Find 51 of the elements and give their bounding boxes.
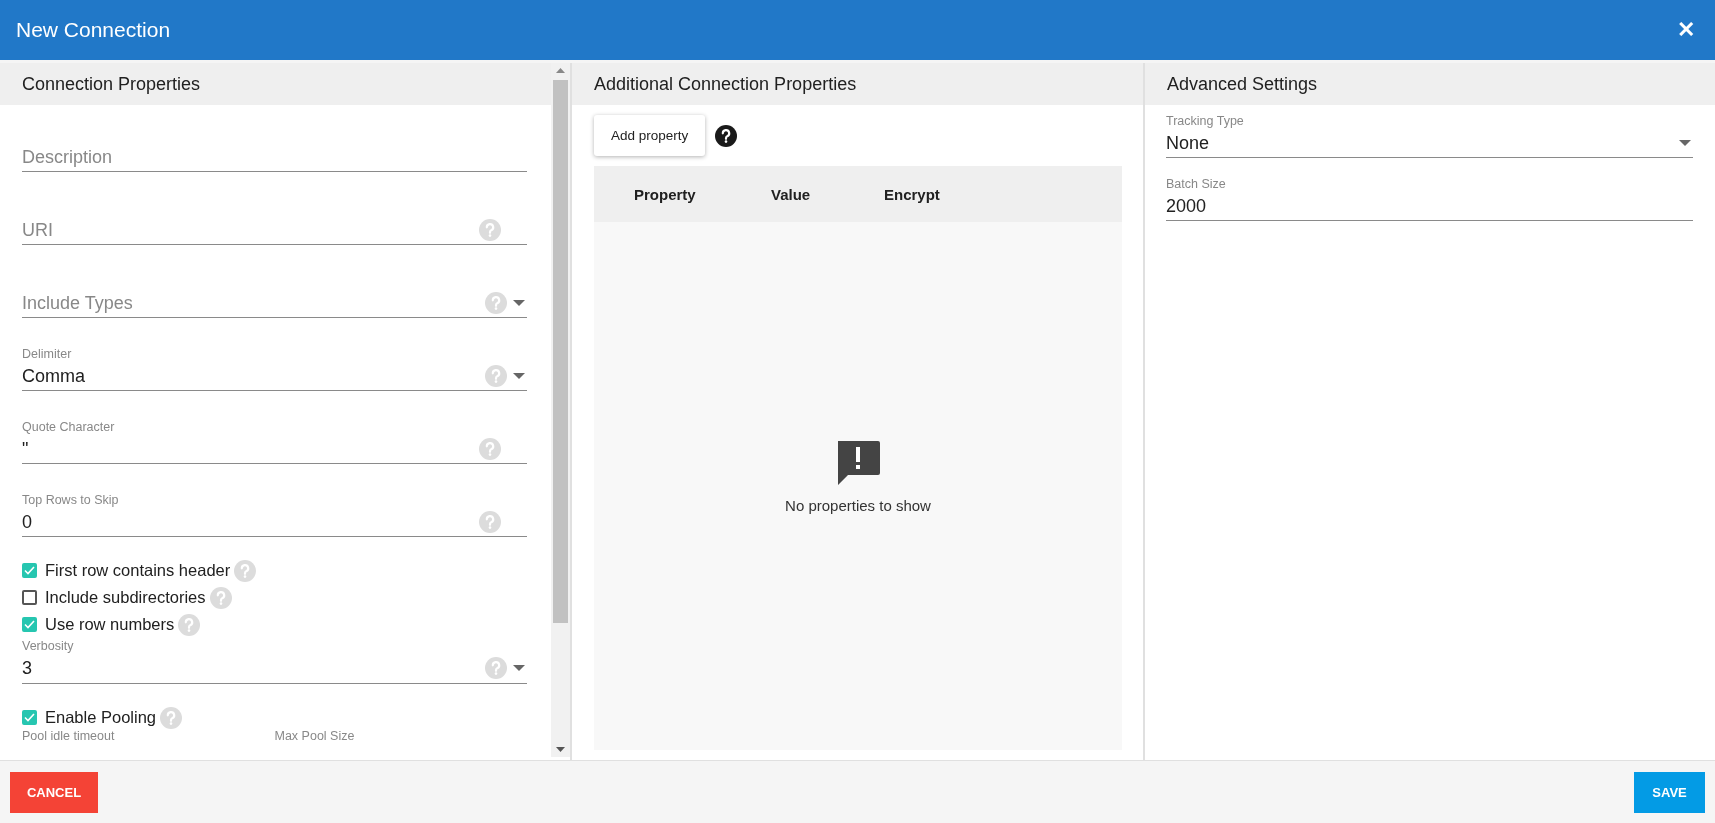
field-placeholder: Description xyxy=(22,146,114,168)
field-label: Top Rows to Skip xyxy=(22,493,119,507)
dropdown-field[interactable]: Delimiter Comma xyxy=(22,324,527,391)
checkbox[interactable] xyxy=(22,617,37,632)
checkbox[interactable] xyxy=(22,590,37,605)
caret-icon[interactable] xyxy=(513,300,525,306)
dropdown-field[interactable]: Verbosity 3 xyxy=(22,638,527,684)
field-label: Delimiter xyxy=(22,347,72,361)
input-field[interactable]: Top Rows to Skip 0 xyxy=(22,470,527,537)
field-value: None xyxy=(1166,132,1211,154)
dropdown-field[interactable]: Include Types xyxy=(22,251,527,318)
field-value: 2000 xyxy=(1166,195,1208,217)
section-header: Additional Connection Properties xyxy=(572,63,1143,105)
field-label: Pool idle timeout xyxy=(22,729,116,743)
empty-message: No properties to show xyxy=(785,496,931,514)
window-title: New Connection xyxy=(16,18,171,42)
field-label: Tracking Type xyxy=(1166,114,1244,128)
field-label: Verbosity xyxy=(22,639,74,653)
checkbox-label[interactable]: Include subdirectories xyxy=(45,588,206,607)
field-value: 3 xyxy=(22,657,33,679)
field-placeholder: URI xyxy=(22,219,54,241)
cancel-button[interactable]: CANCEL xyxy=(10,771,98,813)
column-header: Property xyxy=(634,185,697,203)
checkbox-label[interactable]: Enable Pooling xyxy=(45,708,156,727)
caret-icon[interactable] xyxy=(513,373,525,379)
section-header: Connection Properties xyxy=(0,63,551,105)
checkbox-label[interactable]: First row contains header xyxy=(45,561,231,580)
field-label: Batch Size xyxy=(1166,177,1226,191)
scrollbar[interactable] xyxy=(551,63,570,757)
field-placeholder: Include Types xyxy=(22,292,134,314)
column-header: Value xyxy=(771,185,812,203)
input-field[interactable]: Batch Size 2000 xyxy=(1166,168,1693,221)
caret-icon[interactable] xyxy=(1679,140,1691,146)
caret-icon[interactable] xyxy=(513,665,525,671)
checkbox[interactable] xyxy=(22,710,37,725)
checkbox-label[interactable]: Use row numbers xyxy=(45,615,175,634)
add-property-button[interactable]: Add property xyxy=(594,115,706,156)
column-header: Encrypt xyxy=(884,185,941,203)
field-label: Max Pool Size xyxy=(274,729,356,743)
help-icon[interactable] xyxy=(715,124,738,147)
input-field[interactable]: Quote Character " xyxy=(22,397,527,464)
dropdown-field[interactable]: Tracking Type None xyxy=(1166,105,1693,158)
field-value: Comma xyxy=(22,365,86,387)
input-field[interactable]: Description xyxy=(22,105,527,172)
field-label: Quote Character xyxy=(22,420,115,434)
checkbox[interactable] xyxy=(22,563,37,578)
field-value: 0 xyxy=(22,511,33,533)
section-header: Advanced Settings xyxy=(1145,63,1715,105)
input-field[interactable]: URI xyxy=(22,178,527,245)
close-button[interactable]: ✕ xyxy=(1673,17,1699,43)
field-value: " xyxy=(22,438,30,460)
